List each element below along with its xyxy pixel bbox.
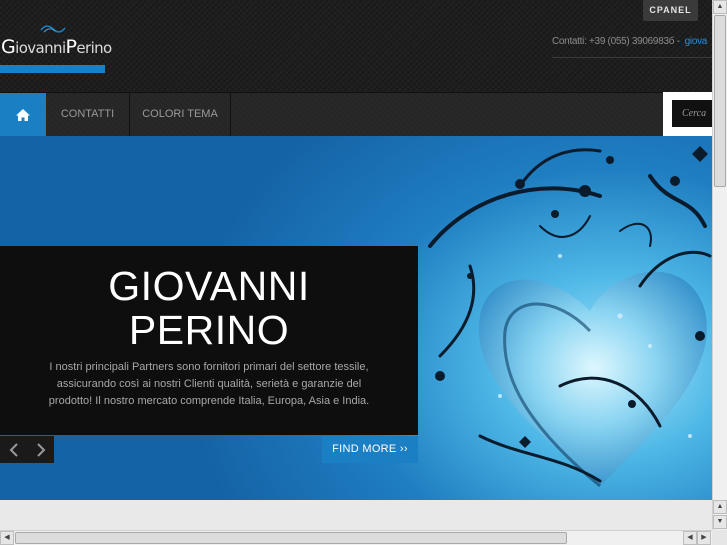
nav-item-colori-tema[interactable]: COLORI TEMA: [130, 93, 231, 136]
main-nav: CONTATTI COLORI TEMA: [0, 92, 712, 136]
scroll-down-arrow-icon[interactable]: ▼: [713, 515, 727, 529]
scroll-up-arrow-icon[interactable]: ▲: [713, 0, 727, 14]
chevron-right-icon: [36, 443, 45, 457]
logo-text: GiovanniPerino: [1, 36, 112, 58]
cpanel-button[interactable]: CPANEL: [643, 0, 698, 21]
contact-divider: [552, 57, 712, 58]
vertical-scrollbar[interactable]: ▲ ▲ ▼: [712, 0, 727, 530]
page: GiovanniPerino CPANEL Contatti: +39 (055…: [0, 0, 727, 545]
vertical-scroll-thumb[interactable]: [714, 15, 726, 187]
logo-swirl-icon: [40, 25, 66, 33]
logo-underline: [0, 65, 105, 73]
slide-description: I nostri principali Partners sono fornit…: [48, 361, 370, 407]
nav-item-contatti[interactable]: CONTATTI: [46, 93, 130, 136]
contact-info: Contatti: +39 (055) 3906983б - giova: [552, 36, 707, 47]
search-input[interactable]: Cerca: [672, 100, 712, 127]
slide-caption: GIOVANNI PERINO I nostri principali Part…: [0, 246, 418, 435]
horizontal-scrollbar[interactable]: ◀ ◀ ▶: [0, 530, 712, 545]
horizontal-scroll-thumb[interactable]: [15, 532, 567, 544]
find-more-button[interactable]: FIND MORE ››: [322, 436, 418, 463]
search-box: Cerca: [663, 92, 712, 136]
slider-next-button[interactable]: [27, 436, 54, 463]
scroll-left-arrow-icon[interactable]: ◀: [0, 531, 14, 545]
slider-prev-button[interactable]: [0, 436, 27, 463]
slider-arrows: [0, 436, 54, 463]
slide-title: GIOVANNI PERINO: [108, 263, 310, 353]
contact-email-link[interactable]: giova: [685, 36, 708, 47]
chevron-left-icon: [9, 443, 18, 457]
scrollbar-corner: [712, 530, 727, 545]
scroll-left-arrow-icon[interactable]: ◀: [683, 531, 697, 545]
hero-slider: GIOVANNI PERINO I nostri principali Part…: [0, 136, 712, 500]
home-icon: [16, 108, 30, 121]
scroll-up-arrow-icon[interactable]: ▲: [713, 500, 727, 514]
contact-phone: Contatti: +39 (055) 3906983б -: [552, 36, 680, 47]
site-header: GiovanniPerino CPANEL Contatti: +39 (055…: [0, 0, 712, 92]
scroll-right-arrow-icon[interactable]: ▶: [697, 531, 711, 545]
nav-home-button[interactable]: [0, 93, 46, 136]
site-logo[interactable]: GiovanniPerino: [0, 24, 112, 74]
